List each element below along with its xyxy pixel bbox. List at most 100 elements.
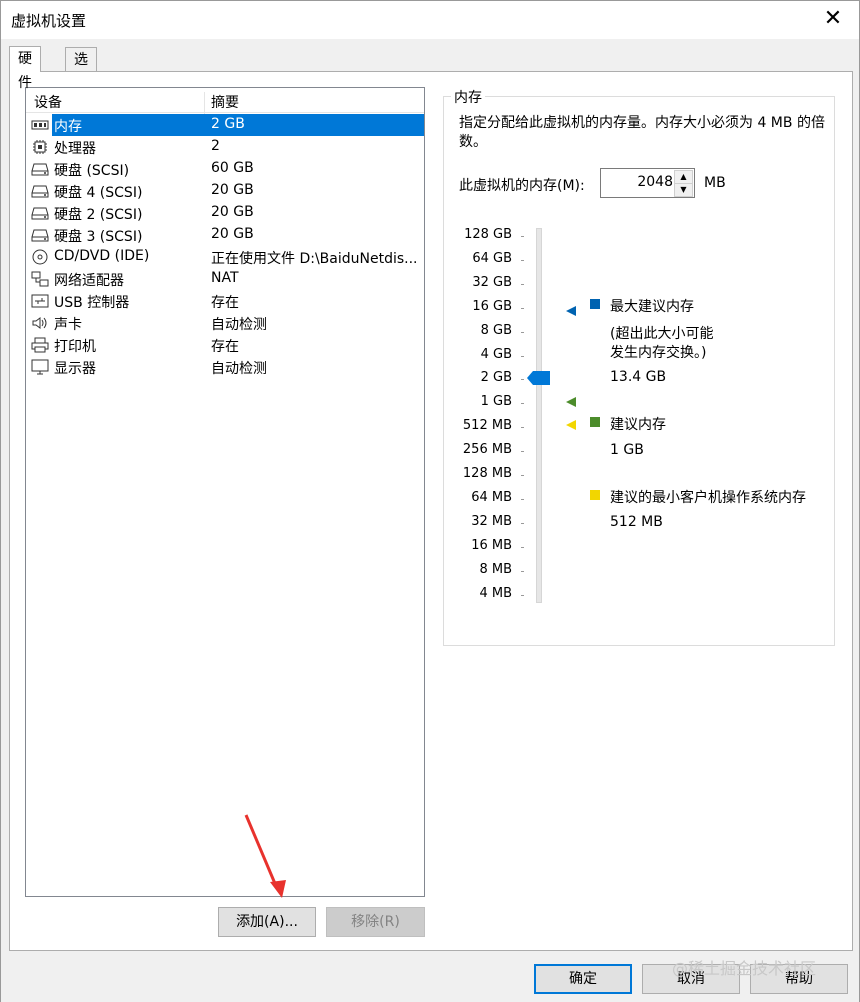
hard-disk-icon [31, 183, 49, 199]
close-button[interactable]: ✕ [819, 7, 847, 33]
column-header-device[interactable]: 设备 [34, 92, 62, 112]
device-row[interactable]: 内存 2 GB [26, 114, 424, 136]
max-recommended-note-2: 发生内存交换。) [610, 345, 707, 361]
device-list[interactable]: 设备 摘要 内存 2 GB 处理器 2 硬盘 (SCSI) 60 GB 硬盘 4 (SCSI… [25, 87, 425, 897]
scale-tick-label: 128 MB [462, 466, 512, 481]
device-list-header: 设备 摘要 [26, 88, 424, 116]
scale-tick [521, 451, 524, 453]
memory-slider-track[interactable] [536, 228, 542, 603]
device-name: USB 控制器 [54, 295, 130, 311]
device-row[interactable]: 处理器 2 [26, 136, 424, 158]
scale-tick-label: 8 MB [479, 561, 512, 577]
device-summary: 60 GB [211, 160, 254, 176]
device-name: 网络适配器 [54, 273, 124, 289]
scale-tick-label: 32 MB [471, 513, 512, 529]
memory-group-title: 内存 [451, 87, 485, 107]
scale-tick [521, 546, 524, 548]
device-name: 打印机 [54, 339, 96, 355]
max-recommended-value: 13.4 GB [610, 369, 667, 385]
cd-dvd-icon [31, 249, 49, 265]
device-name: 硬盘 (SCSI) [54, 163, 130, 179]
column-header-summary[interactable]: 摘要 [211, 92, 239, 112]
tab-hardware[interactable]: 硬件 [9, 46, 41, 91]
monitor-icon [31, 359, 49, 375]
device-row[interactable]: 硬盘 2 (SCSI) 20 GB [26, 202, 424, 224]
min-guest-marker [566, 420, 576, 430]
scale-tick [521, 379, 524, 381]
recommended-swatch [590, 417, 600, 427]
ok-button[interactable]: 确定 [534, 964, 632, 994]
memory-description: 指定分配给此虚拟机的内存量。内存大小必须为 4 MB 的倍数。 [459, 115, 825, 150]
scale-tick-label: 4 GB [480, 346, 512, 362]
column-separator[interactable] [204, 92, 205, 116]
device-name: CD/DVD (IDE) [54, 248, 150, 264]
remove-button[interactable]: 移除(R) [326, 907, 425, 937]
printer-icon [31, 337, 49, 353]
scale-tick-label: 256 MB [462, 442, 512, 458]
scale-tick [521, 283, 524, 285]
network-adapter-icon [31, 271, 49, 287]
memory-spinbox[interactable]: 2048 ▲ ▼ [600, 168, 695, 198]
watermark: @稀土掘金技术社区 [672, 959, 817, 978]
device-name: 硬盘 4 (SCSI) [54, 185, 143, 201]
device-row[interactable]: 显示器 自动检测 [26, 356, 424, 378]
device-summary: 存在 [211, 295, 239, 311]
memory-icon [31, 117, 49, 133]
device-summary: 正在使用文件 D:\BaiduNetdis... [211, 251, 418, 267]
usb-icon [31, 293, 49, 309]
close-icon: ✕ [823, 6, 843, 31]
scale-tick-label: 32 GB [472, 274, 512, 290]
device-name: 显示器 [54, 361, 96, 377]
device-row[interactable]: 硬盘 (SCSI) 60 GB [26, 158, 424, 180]
max-recommended-title: 最大建议内存 [610, 299, 694, 315]
annotation-arrow [244, 814, 286, 898]
scale-tick-label: 4 MB [479, 585, 512, 601]
window-title: 虚拟机设置 [11, 12, 87, 30]
device-name: 硬盘 3 (SCSI) [54, 229, 143, 245]
caret-up-icon: ▲ [680, 172, 687, 181]
scale-tick-label: 2 GB [480, 370, 512, 386]
device-row[interactable]: 硬盘 4 (SCSI) 20 GB [26, 180, 424, 202]
spin-up-button[interactable]: ▲ [674, 170, 693, 184]
device-name: 处理器 [54, 141, 96, 157]
hard-disk-icon [31, 205, 49, 221]
scale-tick-label: 512 MB [462, 418, 512, 434]
caret-down-icon: ▼ [680, 185, 687, 194]
memory-value[interactable]: 2048 [637, 174, 673, 190]
max-recommended-note-1: (超出此大小可能 [610, 326, 714, 342]
min-guest-title: 建议的最小客户机操作系统内存 [610, 490, 806, 506]
memory-slider-thumb[interactable] [527, 370, 551, 386]
device-name: 内存 [54, 119, 82, 135]
device-row[interactable]: CD/DVD (IDE) 正在使用文件 D:\BaiduNetdis... [26, 246, 424, 268]
device-summary: 20 GB [211, 182, 254, 198]
device-row[interactable]: 声卡 自动检测 [26, 312, 424, 334]
speaker-icon [31, 315, 49, 331]
scale-tick [521, 236, 524, 237]
device-summary: 自动检测 [211, 317, 267, 333]
scale-tick [521, 355, 524, 357]
scale-tick [521, 498, 524, 500]
scale-tick [521, 307, 524, 309]
scale-tick [521, 570, 524, 572]
scale-tick-label: 128 GB [464, 227, 512, 242]
scale-tick [521, 594, 524, 596]
recommended-value: 1 GB [610, 442, 644, 458]
device-name: 硬盘 2 (SCSI) [54, 207, 143, 223]
scale-tick [521, 331, 524, 333]
device-row[interactable]: 网络适配器 NAT [26, 268, 424, 290]
device-row[interactable]: USB 控制器 存在 [26, 290, 424, 312]
recommended-marker [566, 397, 576, 407]
tab-options[interactable]: 选项 [65, 47, 97, 92]
scale-tick-label: 64 GB [472, 250, 512, 266]
scale-tick-label: 8 GB [480, 322, 512, 338]
add-button[interactable]: 添加(A)... [218, 907, 316, 937]
title-bar: 虚拟机设置 ✕ [0, 0, 860, 39]
scale-tick-label: 64 MB [471, 489, 512, 505]
memory-field-label: 此虚拟机的内存(M): [459, 178, 585, 194]
device-row[interactable]: 打印机 存在 [26, 334, 424, 356]
device-row[interactable]: 硬盘 3 (SCSI) 20 GB [26, 224, 424, 246]
scale-tick [521, 403, 524, 405]
min-guest-swatch [590, 490, 600, 500]
device-summary: 自动检测 [211, 361, 267, 377]
spin-down-button[interactable]: ▼ [674, 183, 693, 197]
